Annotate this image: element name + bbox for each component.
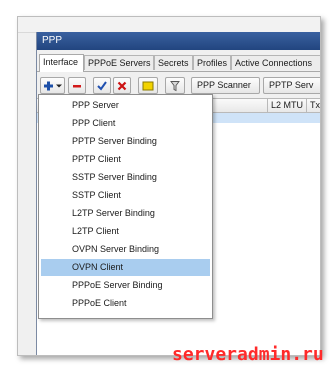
disable-button[interactable]: [113, 77, 131, 94]
toolbar: PPP Scanner PPTP Serv: [37, 74, 320, 96]
menu-item-l2tp-client[interactable]: L2TP Client: [41, 223, 210, 240]
menu-item-sstp-client[interactable]: SSTP Client: [41, 187, 210, 204]
pptp-server-button[interactable]: PPTP Serv: [263, 77, 320, 94]
column-tx[interactable]: Tx: [306, 99, 320, 112]
watermark: serveradmin.ru: [172, 344, 324, 365]
filter-button[interactable]: [165, 77, 185, 94]
add-dropdown-button[interactable]: [40, 77, 65, 94]
menu-item-ovpn-client[interactable]: OVPN Client: [41, 259, 210, 276]
minus-icon: [73, 84, 81, 87]
tab-secrets[interactable]: Secrets: [154, 55, 193, 70]
tab-bar: Interface PPPoE Servers Secrets Profiles…: [37, 54, 320, 72]
filter-icon: [170, 80, 180, 91]
window-title: PPP: [37, 32, 320, 50]
comment-button[interactable]: [138, 77, 158, 94]
parent-window-strip: [18, 17, 320, 33]
add-dropdown-menu: PPP Server PPP Client PPTP Server Bindin…: [38, 94, 213, 319]
column-l2-mtu[interactable]: L2 MTU: [267, 99, 305, 112]
menu-item-pppoe-server-binding[interactable]: PPPoE Server Binding: [41, 277, 210, 294]
x-icon: [117, 81, 127, 90]
menu-item-pppoe-client[interactable]: PPPoE Client: [41, 295, 210, 312]
enable-button[interactable]: [93, 77, 111, 94]
tab-profiles[interactable]: Profiles: [193, 55, 231, 70]
menu-item-ppp-client[interactable]: PPP Client: [41, 115, 210, 132]
menu-item-ppp-server[interactable]: PPP Server: [41, 97, 210, 114]
menu-item-l2tp-server-binding[interactable]: L2TP Server Binding: [41, 205, 210, 222]
plus-icon: [43, 81, 62, 90]
tab-interface[interactable]: Interface: [39, 54, 84, 72]
menu-item-ovpn-server-binding[interactable]: OVPN Server Binding: [41, 241, 210, 258]
menu-item-pptp-server-binding[interactable]: PPTP Server Binding: [41, 133, 210, 150]
menu-item-sstp-server-binding[interactable]: SSTP Server Binding: [41, 169, 210, 186]
ppp-scanner-button[interactable]: PPP Scanner: [191, 77, 260, 94]
note-icon: [142, 81, 154, 90]
checkmark-icon: [97, 80, 107, 91]
tab-pppoe-servers[interactable]: PPPoE Servers: [84, 55, 154, 70]
tab-active-connections[interactable]: Active Connections: [231, 55, 320, 70]
remove-button[interactable]: [68, 77, 86, 94]
menu-item-pptp-client[interactable]: PPTP Client: [41, 151, 210, 168]
